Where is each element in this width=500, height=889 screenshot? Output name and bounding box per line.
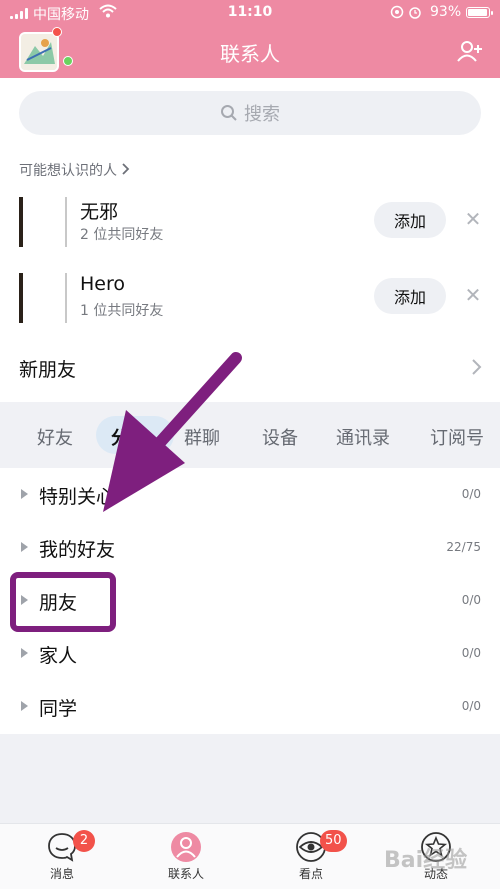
group-name: 同学	[39, 698, 78, 720]
close-icon[interactable]: ✕	[462, 284, 484, 306]
chevron-right-icon	[122, 163, 130, 175]
tab-groups[interactable]: 分组	[111, 424, 147, 450]
unread-badge: 50	[320, 830, 347, 852]
top-bar: 中国移动 11:10 93% 联系人	[0, 0, 500, 78]
recommendation-avatar	[19, 273, 69, 323]
nav-discover[interactable]: 50 看点	[266, 824, 356, 889]
nav-label: 联系人	[167, 867, 204, 881]
group-name: 家人	[39, 645, 78, 667]
add-button[interactable]: 添加	[374, 278, 446, 314]
tab-bar: 好友 分组 群聊 设备 通讯录 订阅号	[0, 402, 500, 468]
expand-triangle-icon	[21, 648, 28, 658]
group-count: 0/0	[461, 699, 481, 713]
nav-label: 看点	[298, 867, 323, 881]
nav-contacts[interactable]: 联系人	[141, 824, 231, 889]
tab-group-chats[interactable]: 群聊	[184, 424, 220, 450]
lock-alarm-icon	[390, 5, 421, 19]
close-icon[interactable]: ✕	[462, 208, 484, 230]
nav-messages[interactable]: 2 消息	[17, 824, 107, 889]
battery-icon	[466, 7, 493, 18]
chevron-right-icon[interactable]	[470, 356, 484, 378]
contacts-icon	[171, 832, 201, 862]
group-count: 0/0	[461, 487, 481, 501]
tab-devices[interactable]: 设备	[262, 424, 298, 450]
watermark: Bai经验	[384, 848, 468, 873]
recommendation-item[interactable]: 无邪 2 位共同好友 添加 ✕	[0, 192, 500, 254]
recommendation-name: Hero	[80, 273, 125, 295]
recommendation-avatar	[19, 197, 69, 247]
add-button[interactable]: 添加	[374, 202, 446, 238]
search-icon	[221, 105, 237, 121]
unread-badge: 2	[73, 830, 95, 852]
list-item[interactable]: 同学 0/0	[0, 680, 500, 733]
expand-triangle-icon	[21, 542, 28, 552]
nav-label: 消息	[49, 867, 74, 881]
group-count: 0/0	[461, 646, 481, 660]
group-count: 22/75	[446, 540, 481, 554]
list-item[interactable]: 我的好友 22/75	[0, 521, 500, 574]
list-item[interactable]: 特别关心 0/0	[0, 468, 500, 521]
mutual-friends: 2 位共同好友	[80, 227, 164, 243]
notification-dot	[52, 27, 62, 37]
tab-address-book[interactable]: 通讯录	[336, 424, 390, 450]
people-you-may-know-link[interactable]: 可能想认识的人	[19, 160, 131, 180]
recommendation-name: 无邪	[80, 201, 119, 223]
highlight-box	[10, 572, 116, 632]
group-name: 我的好友	[39, 539, 116, 561]
group-name: 特别关心	[39, 486, 116, 508]
battery-percent: 93%	[430, 4, 462, 20]
recommendation-item[interactable]: Hero 1 位共同好友 添加 ✕	[0, 268, 500, 330]
status-bar: 中国移动 11:10 93%	[0, 0, 500, 26]
page-title: 联系人	[220, 42, 280, 66]
expand-triangle-icon	[21, 701, 28, 711]
mutual-friends: 1 位共同好友	[80, 303, 164, 319]
tab-friends[interactable]: 好友	[37, 424, 73, 450]
group-count: 0/0	[461, 593, 481, 607]
new-friends-link[interactable]: 新朋友	[19, 355, 76, 382]
list-item[interactable]: 家人 0/0	[0, 627, 500, 680]
search-input[interactable]: 搜索	[19, 91, 481, 135]
add-person-icon[interactable]	[457, 40, 483, 62]
tab-subscriptions[interactable]: 订阅号	[430, 424, 484, 450]
expand-triangle-icon	[21, 489, 28, 499]
search-placeholder: 搜索	[244, 104, 280, 125]
people-you-may-know-title: 可能想认识的人	[19, 163, 117, 179]
